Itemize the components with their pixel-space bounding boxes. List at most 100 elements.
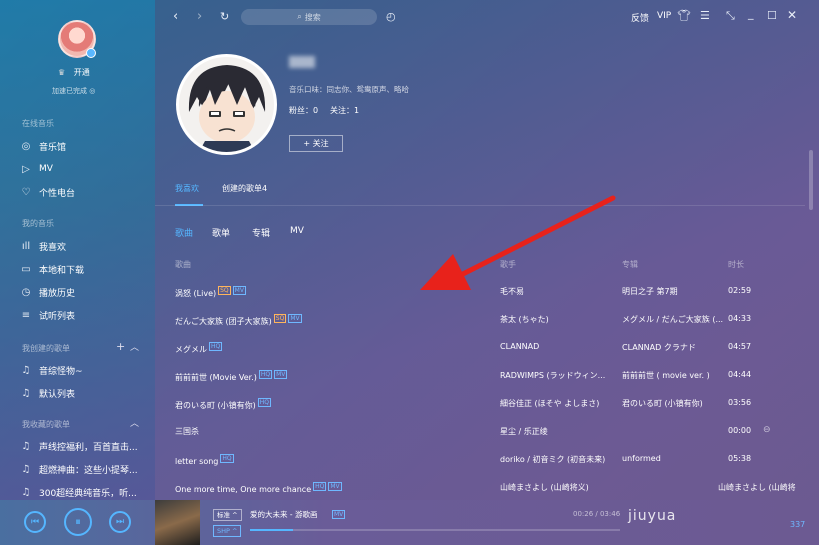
song-title-cell[interactable]: 前前前世 (Movie Ver.) HQ MV [175, 370, 288, 383]
quality-tag[interactable]: MV [232, 286, 246, 295]
table-row[interactable]: One more time, One more chance HQ MV 山崎まさよし… [175, 476, 796, 498]
sound-effect-select[interactable]: SHP ^ [213, 525, 242, 537]
subtab-3[interactable]: MV [290, 226, 304, 236]
quality-tag[interactable]: MV [274, 370, 288, 379]
col-header-duration[interactable]: 时长 [728, 259, 744, 270]
maximize-icon[interactable]: ☐ [767, 9, 777, 22]
song-title-cell[interactable]: 三国杀 [175, 426, 199, 437]
menu-icon[interactable]: ☰ [700, 9, 710, 22]
crown-icon: ♛ [58, 68, 66, 77]
progress-track[interactable] [250, 529, 620, 531]
feedback-link[interactable]: 反馈 [631, 11, 649, 24]
subtab-2[interactable]: 专辑 [252, 226, 270, 239]
song-title-cell[interactable]: 涡怒 (Live) SQ MV [175, 286, 246, 299]
artist-cell[interactable]: CLANNAD [500, 342, 539, 351]
sidebar-item-mine-2[interactable]: ◷ 播放历史 [19, 283, 149, 301]
username: 开通 [73, 68, 90, 77]
playlist-count[interactable]: 337 [790, 520, 805, 529]
sidebar-item-online-2[interactable]: ♡ 个性电台 [19, 183, 149, 201]
table-row[interactable]: だんご大家族 (团子大家族) SQ MV 茶太 (ちゃた) メグメル / だんご大家族 … [175, 308, 775, 330]
table-row[interactable]: 君のいる町 (小镇有你) HQ 細谷佳正 (ほそや よしまさ) 君のいる町 (小镇有你… [175, 392, 775, 414]
sidebar-item-favorited-2[interactable]: ♫ 300超经典纯音乐，听... [19, 483, 149, 501]
album-cell[interactable]: 君のいる町 (小镇有你) [622, 398, 703, 409]
song-title-cell[interactable]: 君のいる町 (小镇有你) HQ [175, 398, 272, 411]
sidebar-item-mine-3[interactable]: ≡ 试听列表 [19, 306, 149, 324]
scrollbar-track[interactable] [809, 150, 813, 210]
sidebar-item-mine-1[interactable]: ▭ 本地和下载 [19, 260, 149, 278]
quality-tag[interactable]: HQ [220, 454, 234, 463]
album-cell[interactable]: unformed [622, 454, 661, 463]
quality-tag[interactable]: HQ [209, 342, 223, 351]
recognize-icon[interactable]: ◴ [386, 10, 396, 23]
album-cover[interactable] [155, 500, 200, 545]
profile-name-blurred [289, 56, 315, 68]
quality-tag[interactable]: SQ [273, 314, 287, 323]
song-title-cell[interactable]: One more time, One more chance HQ MV [175, 482, 342, 494]
artist-cell[interactable]: 山崎まさよし (山崎将义) [500, 482, 589, 493]
album-cell[interactable]: メグメル / だんご大家族 (... [622, 314, 723, 325]
table-row[interactable]: letter song HQ doriko / 初音ミク (初音未来) unforme… [175, 448, 775, 470]
artist-cell[interactable]: doriko / 初音ミク (初音未来) [500, 454, 605, 465]
quality-tag[interactable]: HQ [257, 398, 272, 407]
sidebar-item-online-1[interactable]: ▷ MV [19, 160, 149, 178]
album-cell[interactable]: CLANNAD クラナド [622, 342, 696, 353]
play-time: 00:26 / 03:46 [573, 510, 621, 518]
quality-tag[interactable]: HQ [258, 370, 273, 379]
song-title[interactable]: 爱的大未来 - 游歌画 [250, 509, 317, 520]
search-input[interactable]: ⌕ 搜索 [241, 9, 377, 25]
quality-select[interactable]: 标准 ^ [213, 509, 242, 521]
song-mv-tag[interactable]: MV [332, 510, 346, 519]
sidebar-item-online-0[interactable]: ◎ 音乐馆 [19, 137, 149, 155]
subtab-1[interactable]: 歌单 [212, 226, 230, 239]
album-cell[interactable]: 前前前世 ( movie ver. ) [622, 370, 710, 381]
artist-cell[interactable]: 星尘 / 乐正绫 [500, 426, 548, 437]
follow-button[interactable]: + 关注 [289, 135, 343, 152]
refresh-icon[interactable]: ↻ [220, 10, 229, 23]
tab-likes[interactable]: 我喜欢 [175, 183, 199, 194]
artist-cell[interactable]: RADWIMPS (ラッドウィン... [500, 370, 605, 381]
quality-tag[interactable]: HQ [313, 482, 327, 491]
sidebar-item-favorited-1-label: 超燃神曲：这些小提琴... [39, 465, 138, 476]
follow-count[interactable]: 关注：1 [330, 105, 359, 116]
prev-button[interactable]: ⏮ [24, 511, 46, 533]
fans-count[interactable]: 粉丝：0 [289, 105, 318, 116]
skin-icon[interactable]: 👕︎ [677, 9, 691, 22]
sidebar-item-favorited-1[interactable]: ♫ 超燃神曲：这些小提琴... [19, 460, 149, 478]
artist-cell[interactable]: 細谷佳正 (ほそや よしまさ) [500, 398, 599, 409]
vip-link[interactable]: VIP [657, 11, 671, 21]
sidebar-item-mine-0[interactable]: ıll 我喜欢 [19, 237, 149, 255]
album-cell[interactable]: 山崎まさよし (山崎将 [718, 482, 796, 493]
collapse-favorited-icon[interactable]: ︿ [130, 416, 139, 429]
song-title-cell[interactable]: だんご大家族 (团子大家族) SQ MV [175, 314, 302, 327]
next-button[interactable]: ⏭ [109, 511, 131, 533]
back-icon[interactable]: ‹ [173, 9, 178, 24]
sidebar-item-favorited-0[interactable]: ♫ 声线控福利，百首直击... [19, 437, 149, 455]
subtab-0[interactable]: 歌曲 [175, 226, 193, 239]
table-row[interactable]: 三国杀 星尘 / 乐正绫 00:00 [175, 420, 775, 442]
duration-cell: 03:56 [728, 398, 752, 407]
add-playlist-icon[interactable]: + [116, 340, 125, 353]
mini-mode-icon[interactable]: ⤡ [726, 9, 735, 23]
tab-created-playlists[interactable]: 创建的歌单4 [222, 183, 267, 194]
sidebar-item-created-1[interactable]: ♫ 默认列表 [19, 384, 149, 402]
user-row[interactable]: ♛ 开通 [58, 67, 90, 78]
artist-cell[interactable]: 茶太 (ちゃた) [500, 314, 549, 325]
collapse-created-icon[interactable]: ︿ [130, 340, 139, 353]
quality-tag[interactable]: MV [288, 314, 302, 323]
quality-tag[interactable]: MV [328, 482, 342, 491]
minimize-icon[interactable]: _ [748, 7, 754, 20]
accel-status[interactable]: 加速已完成 ◎ [52, 86, 95, 96]
pause-button[interactable]: ⏸ [64, 508, 92, 536]
song-title-cell[interactable]: letter song HQ [175, 454, 234, 466]
table-row[interactable]: メグメル HQ CLANNAD CLANNAD クラナド 04:57 [175, 336, 775, 358]
album-cell[interactable]: 明日之子 第7期 [622, 286, 678, 297]
sidebar-item-created-0[interactable]: ♫ 音综怪物~ [19, 361, 149, 379]
table-row[interactable]: 前前前世 (Movie Ver.) HQ MV RADWIMPS (ラッドウィン...… [175, 364, 775, 386]
col-header-song[interactable]: 歌曲 [175, 259, 191, 270]
forward-icon[interactable]: › [197, 9, 202, 24]
delete-row-icon[interactable]: ⊖ [763, 425, 771, 435]
close-icon[interactable]: ✕ [787, 8, 797, 22]
song-title-cell[interactable]: メグメル HQ [175, 342, 223, 355]
quality-tag[interactable]: SQ [218, 286, 231, 295]
sidebar-item-online-0-label: 音乐馆 [39, 142, 67, 153]
